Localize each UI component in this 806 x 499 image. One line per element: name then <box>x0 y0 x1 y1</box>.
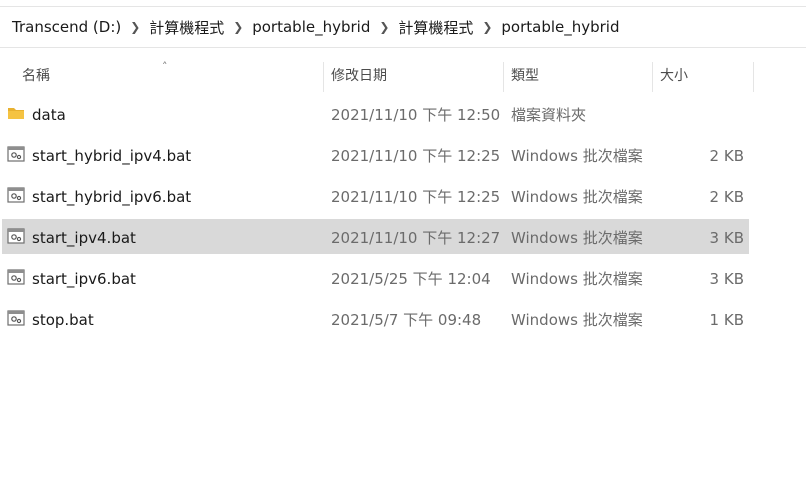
chevron-right-icon[interactable]: ❯ <box>477 20 497 34</box>
chevron-right-icon[interactable]: ❯ <box>374 20 394 34</box>
file-row[interactable]: start_hybrid_ipv6.bat 2021/11/10 下午 12:25… <box>2 178 749 213</box>
file-type: 檔案資料夾 <box>511 106 587 124</box>
breadcrumb-item-folder-2[interactable]: portable_hybrid <box>248 18 374 36</box>
file-date-modified: 2021/5/7 下午 09:48 <box>331 311 482 329</box>
file-name: start_hybrid_ipv6.bat <box>32 188 192 206</box>
column-header-name[interactable]: 名稱 <box>15 56 322 94</box>
file-type: Windows 批次檔案 <box>511 270 643 288</box>
batch-file-icon <box>7 146 25 162</box>
file-date-modified: 2021/11/10 下午 12:27 <box>331 229 501 247</box>
batch-file-icon <box>7 269 25 285</box>
batch-file-icon <box>7 310 25 326</box>
breadcrumb-item-drive[interactable]: Transcend (D:) <box>8 18 125 36</box>
file-type: Windows 批次檔案 <box>511 188 643 206</box>
column-header-size[interactable]: 大小 <box>653 56 753 94</box>
file-date-modified: 2021/11/10 下午 12:25 <box>331 188 501 206</box>
file-name: start_ipv4.bat <box>32 229 136 247</box>
breadcrumb-item-folder-1[interactable]: 計算機程式 <box>145 17 228 38</box>
file-type: Windows 批次檔案 <box>511 147 643 165</box>
file-date-modified: 2021/11/10 下午 12:25 <box>331 147 501 165</box>
column-header-type[interactable]: 類型 <box>504 56 651 94</box>
column-divider[interactable] <box>753 62 754 92</box>
chevron-right-icon[interactable]: ❯ <box>125 20 145 34</box>
batch-file-icon <box>7 187 25 203</box>
file-date-modified: 2021/5/25 下午 12:04 <box>331 270 491 288</box>
file-size: 2 KB <box>709 147 744 165</box>
sort-ascending-icon: ˄ <box>162 60 168 73</box>
file-row[interactable]: start_hybrid_ipv4.bat 2021/11/10 下午 12:25… <box>2 137 749 172</box>
breadcrumb-item-folder-3[interactable]: 計算機程式 <box>394 17 477 38</box>
file-date-modified: 2021/11/10 下午 12:50 <box>331 106 501 124</box>
file-row[interactable]: data 2021/11/10 下午 12:50 檔案資料夾 <box>2 96 749 131</box>
file-size: 1 KB <box>709 311 744 329</box>
chevron-right-icon[interactable]: ❯ <box>228 20 248 34</box>
file-row[interactable]: start_ipv4.bat 2021/11/10 下午 12:27 Windows… <box>2 219 749 254</box>
file-name: start_ipv6.bat <box>32 270 136 288</box>
breadcrumb: Transcend (D:) ❯ 計算機程式 ❯ portable_hybrid… <box>0 6 806 48</box>
file-name: data <box>32 106 66 124</box>
column-header-date[interactable]: 修改日期 <box>324 56 502 94</box>
file-type: Windows 批次檔案 <box>511 311 643 329</box>
file-name: stop.bat <box>32 311 94 329</box>
file-row[interactable]: stop.bat 2021/5/7 下午 09:48 Windows 批次檔案 1 K… <box>2 301 749 336</box>
file-name: start_hybrid_ipv4.bat <box>32 147 192 165</box>
file-explorer-window: Transcend (D:) ❯ 計算機程式 ❯ portable_hybrid… <box>0 0 806 499</box>
batch-file-icon <box>7 228 25 244</box>
file-list: data 2021/11/10 下午 12:50 檔案資料夾 start_hybrid… <box>0 96 806 342</box>
column-header-row: 名稱 修改日期 類型 大小 <box>0 56 806 94</box>
file-size: 2 KB <box>709 188 744 206</box>
breadcrumb-item-folder-4[interactable]: portable_hybrid <box>497 18 623 36</box>
file-row[interactable]: start_ipv6.bat 2021/5/25 下午 12:04 Windows … <box>2 260 749 295</box>
folder-icon <box>7 105 25 121</box>
file-size: 3 KB <box>709 229 744 247</box>
file-type: Windows 批次檔案 <box>511 229 643 247</box>
file-size: 3 KB <box>709 270 744 288</box>
